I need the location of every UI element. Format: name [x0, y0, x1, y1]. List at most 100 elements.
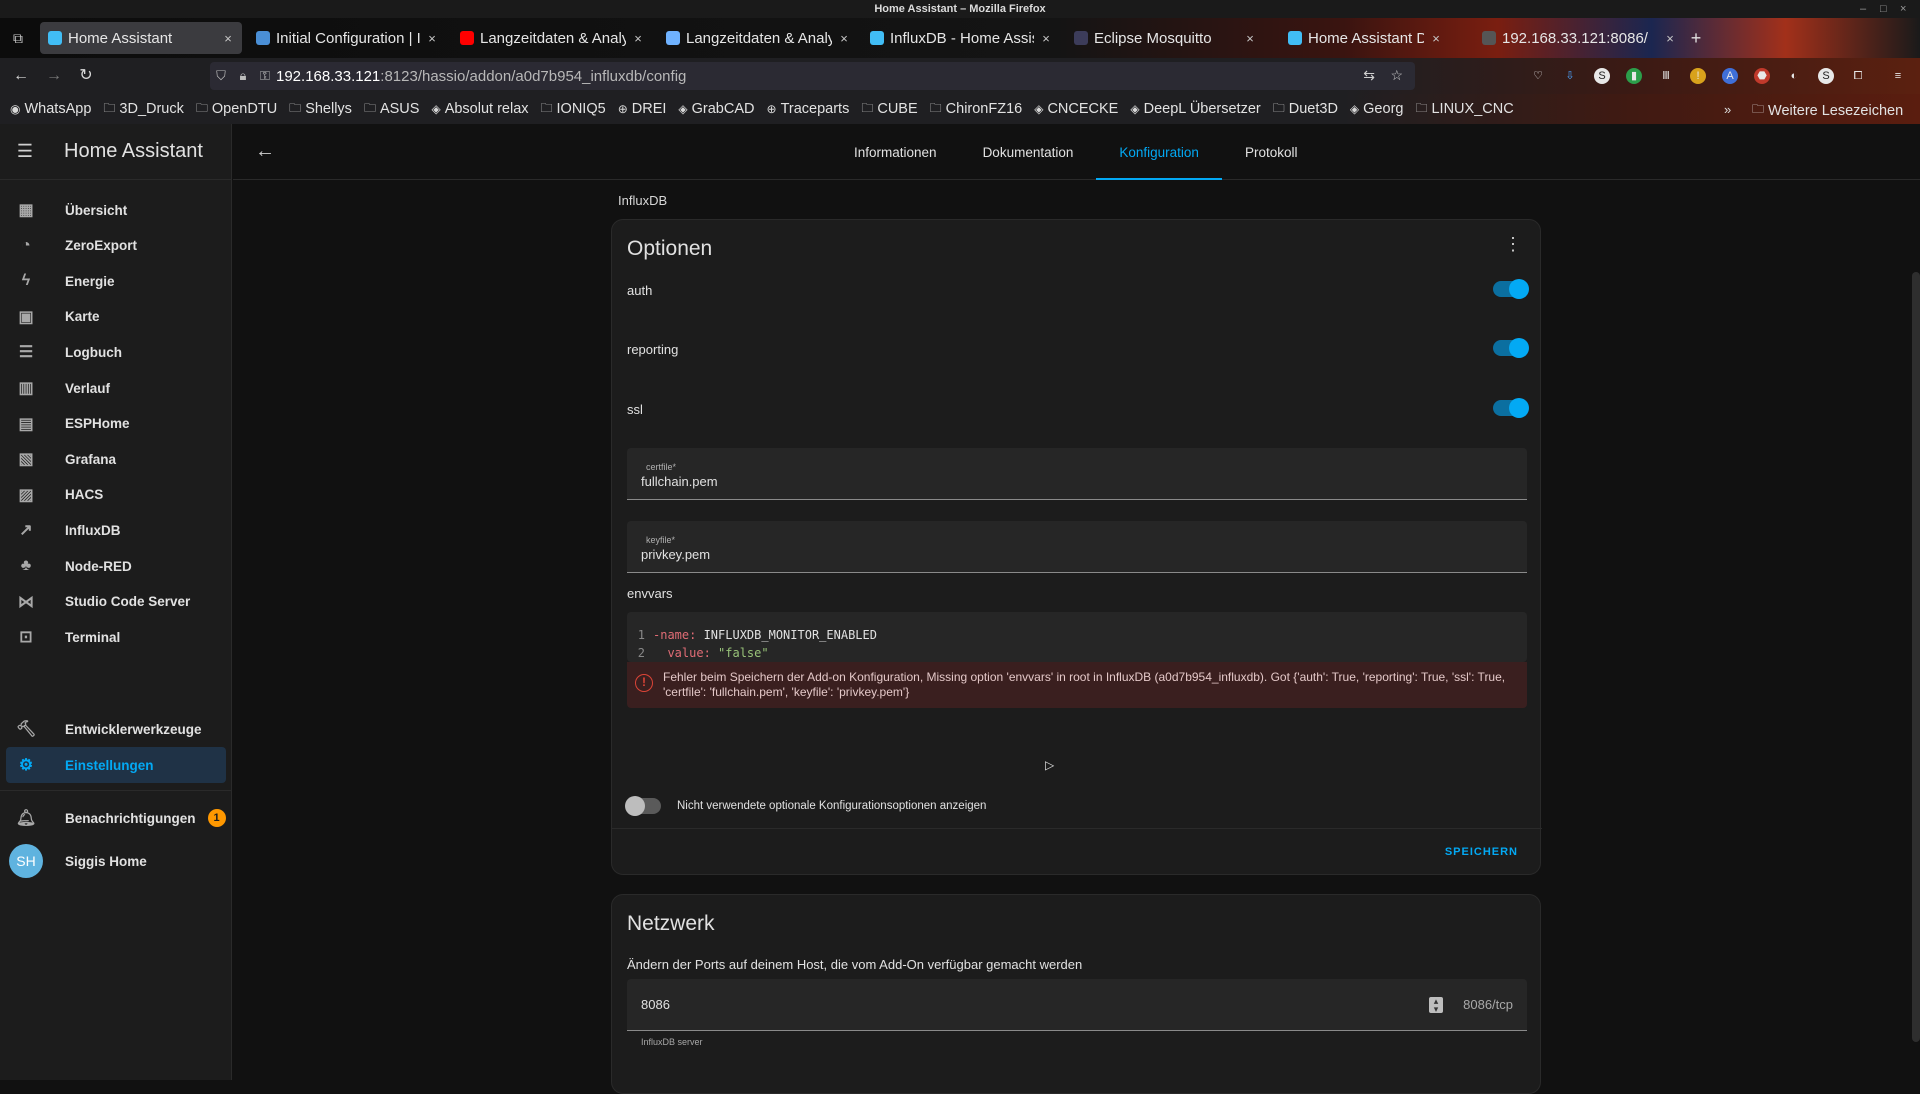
- extension-bars-icon[interactable]: Ⅲ: [1658, 68, 1674, 84]
- bookmark-item[interactable]: ◈ GrabCAD: [678, 101, 754, 117]
- bookmark-item[interactable]: 🗀︎ IONIQ5: [541, 99, 606, 120]
- bookmark-item[interactable]: 🗀︎ 3D_Druck: [103, 99, 183, 120]
- bookmark-item[interactable]: 🗀︎ OpenDTU: [196, 99, 277, 120]
- sidebar-item-grafana[interactable]: ▧ Grafana: [6, 441, 226, 477]
- option-row-auth: auth: [627, 275, 1529, 305]
- menu-icon[interactable]: ☰: [0, 141, 50, 162]
- close-window-icon[interactable]: ×: [1900, 0, 1906, 18]
- back-arrow-icon[interactable]: ←: [253, 140, 277, 163]
- sidebar-item--bersicht[interactable]: ▦ Übersicht: [6, 192, 226, 228]
- extension-green-icon[interactable]: ▮: [1626, 68, 1642, 84]
- browser-tab[interactable]: 192.168.33.121:8086/ ×: [1474, 22, 1684, 54]
- download-icon[interactable]: ⇩: [1562, 68, 1578, 84]
- bookmark-star-icon[interactable]: ☆: [1390, 67, 1403, 84]
- sidebar-item-studio-code-server[interactable]: ⋈ Studio Code Server: [6, 584, 226, 620]
- bookmark-other[interactable]: 🗀︎ Weitere Lesezeichen: [1752, 100, 1903, 121]
- bookmark-item[interactable]: 🗀︎ LINUX_CNC: [1415, 99, 1513, 120]
- bookmark-item[interactable]: ◈ DeepL Übersetzer: [1130, 101, 1260, 117]
- sidebar-item-node-red[interactable]: ♣ Node-RED: [6, 548, 226, 584]
- sidebar-item-energie[interactable]: ϟ Energie: [6, 263, 226, 299]
- sidebar-item-settings[interactable]: ⚙ Einstellungen: [6, 747, 226, 783]
- browser-tab[interactable]: Langzeitdaten & Analy ×: [658, 22, 858, 54]
- tab-overview-icon[interactable]: ⧉: [6, 28, 30, 48]
- sidebar-item-verlauf[interactable]: ▥ Verlauf: [6, 370, 226, 406]
- browser-tab[interactable]: Langzeitdaten & Analy ×: [452, 22, 652, 54]
- close-tab-icon[interactable]: ×: [1242, 31, 1258, 46]
- bookmark-item[interactable]: ◈ CNCECKE: [1034, 101, 1118, 117]
- extension-yellow-icon[interactable]: !: [1690, 68, 1706, 84]
- close-tab-icon[interactable]: ×: [836, 31, 852, 46]
- extension-shazam-icon[interactable]: S: [1818, 68, 1834, 84]
- pocket-icon[interactable]: ♡: [1530, 68, 1546, 84]
- show-unused-options[interactable]: Nicht verwendete optionale Konfiguration…: [625, 796, 986, 816]
- browser-back-icon[interactable]: ←: [11, 66, 31, 86]
- close-tab-icon[interactable]: ×: [1428, 31, 1444, 46]
- browser-tab[interactable]: Eclipse Mosquitto ×: [1066, 22, 1264, 54]
- bookmark-item[interactable]: 🗀︎ ChironFZ16: [930, 99, 1023, 120]
- maximize-icon[interactable]: □: [1880, 0, 1887, 18]
- close-tab-icon[interactable]: ×: [1662, 31, 1678, 46]
- lock-icon[interactable]: 🔒︎: [232, 68, 254, 84]
- keyfile-field[interactable]: keyfile* privkey.pem: [627, 521, 1527, 573]
- browser-tab[interactable]: Home Assistant Dash ×: [1280, 22, 1450, 54]
- browser-tab[interactable]: Home Assistant ×: [40, 22, 242, 54]
- extensions-icon[interactable]: ⧠: [1850, 68, 1866, 84]
- bookmark-item[interactable]: ◈ Absolut relax: [431, 101, 528, 117]
- extension-s-icon[interactable]: S: [1594, 68, 1610, 84]
- extension-puzzle-dark-icon[interactable]: ◐: [1786, 68, 1802, 84]
- close-tab-icon[interactable]: ×: [630, 31, 646, 46]
- port-field[interactable]: 8086 ▴ ▾ 8086/tcp: [627, 979, 1527, 1031]
- tab-dokumentation[interactable]: Dokumentation: [960, 124, 1097, 180]
- extension-adblock-icon[interactable]: ⬣: [1754, 68, 1770, 84]
- show-unused-toggle[interactable]: [625, 796, 661, 816]
- tab-konfiguration[interactable]: Konfiguration: [1096, 124, 1222, 180]
- sidebar-item-logbuch[interactable]: ☰ Logbuch: [6, 334, 226, 370]
- permissions-icon[interactable]: ⚿: [254, 68, 276, 84]
- extension-translate-icon[interactable]: A: [1722, 68, 1738, 84]
- sidebar-item-profile[interactable]: SH Siggis Home: [6, 840, 226, 882]
- tab-informationen[interactable]: Informationen: [831, 124, 960, 180]
- bookmark-item[interactable]: ◉ WhatsApp: [10, 101, 91, 117]
- bookmark-item[interactable]: 🗀︎ Shellys: [289, 99, 352, 120]
- app-menu-icon[interactable]: ≡: [1890, 68, 1906, 84]
- new-tab-icon[interactable]: +: [1686, 28, 1706, 48]
- reload-icon[interactable]: ↻: [76, 66, 96, 86]
- save-button[interactable]: SPEICHERN: [1445, 846, 1518, 858]
- sidebar-item-terminal[interactable]: ⊡ Terminal: [6, 619, 226, 655]
- envvars-code-editor[interactable]: 1 2 -name: INFLUXDB_MONITOR_ENABLED valu…: [627, 612, 1527, 662]
- translate-icon[interactable]: ⇆: [1363, 67, 1375, 84]
- bookmark-item[interactable]: ◈ Georg: [1350, 101, 1404, 117]
- bookmark-item[interactable]: 🗀︎ CUBE: [861, 99, 917, 120]
- port-stepper-icon[interactable]: ▴ ▾: [1429, 997, 1443, 1014]
- bookmarks-overflow-icon[interactable]: »: [1724, 102, 1731, 117]
- url-bar[interactable]: ⛉ 🔒︎ ⚿ 192.168.33.121:8123/hassio/addon/…: [210, 62, 1415, 90]
- tab-protokoll[interactable]: Protokoll: [1222, 124, 1321, 180]
- certfile-field[interactable]: certfile* fullchain.pem: [627, 448, 1527, 500]
- bookmark-item[interactable]: ⊕ Traceparts: [767, 101, 850, 117]
- folder-icon: 🗀︎: [195, 100, 208, 115]
- scrollbar[interactable]: [1912, 272, 1920, 1042]
- toggle-ssl[interactable]: [1493, 398, 1529, 418]
- bookmark-item[interactable]: 🗀︎ Duet3D: [1273, 99, 1338, 120]
- sidebar-item-dev-tools[interactable]: 🔨︎ Entwicklerwerkzeuge: [6, 711, 226, 747]
- close-tab-icon[interactable]: ×: [1038, 31, 1054, 46]
- kebab-menu-icon[interactable]: ⋮: [1504, 234, 1522, 255]
- browser-tab[interactable]: Initial Configuration | I ×: [248, 22, 446, 54]
- toggle-auth[interactable]: [1493, 279, 1529, 299]
- sidebar-item-esphome[interactable]: ▤ ESPHome: [6, 406, 226, 442]
- close-tab-icon[interactable]: ×: [220, 31, 236, 46]
- gauge-icon: ◔: [21, 236, 31, 254]
- shield-icon[interactable]: ⛉: [210, 68, 232, 84]
- close-tab-icon[interactable]: ×: [424, 31, 440, 46]
- bookmark-item[interactable]: 🗀︎ ASUS: [364, 99, 420, 120]
- browser-forward-icon[interactable]: →: [44, 66, 64, 86]
- sidebar-item-notifications[interactable]: 🔔︎ Benachrichtigungen 1: [6, 800, 226, 836]
- browser-tab[interactable]: InfluxDB - Home Assis ×: [862, 22, 1060, 54]
- bookmark-item[interactable]: ⊕ DREI: [618, 101, 667, 117]
- sidebar-item-hacs[interactable]: ▨ HACS: [6, 477, 226, 513]
- sidebar-item-zeroexport[interactable]: ◔ ZeroExport: [6, 228, 226, 264]
- sidebar-item-influxdb[interactable]: ↗ InfluxDB: [6, 512, 226, 548]
- minimize-icon[interactable]: –: [1860, 0, 1866, 18]
- toggle-reporting[interactable]: [1493, 338, 1529, 358]
- sidebar-item-karte[interactable]: ▣ Karte: [6, 299, 226, 335]
